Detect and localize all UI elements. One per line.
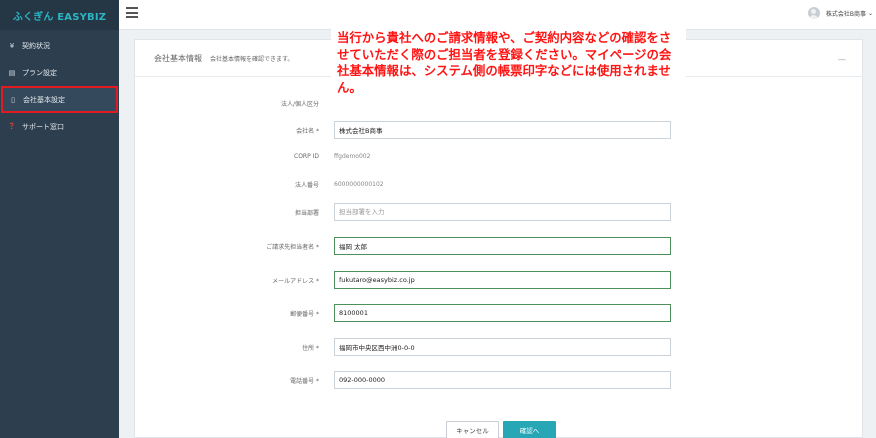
email-input[interactable]: fukutaro@easybiz.co.jp bbox=[334, 271, 671, 289]
address-input[interactable]: 福岡市中央区西中洲0-0-0 bbox=[334, 338, 671, 356]
sidebar-item-plan-settings[interactable]: ▤ プラン設定 bbox=[0, 59, 119, 86]
company-name-input[interactable]: 株式会社B商事 bbox=[334, 121, 671, 139]
brand-logo[interactable]: ふくぎん EASYBIZ bbox=[0, 0, 119, 30]
billing-contact-label: ご請求先担当者名 * bbox=[266, 243, 319, 251]
email-label: メールアドレス * bbox=[272, 277, 319, 285]
sidebar-item-label: 契約状況 bbox=[22, 41, 50, 50]
corp-number-label: 法人番号 bbox=[294, 181, 319, 189]
corp-number-value: 6000000000102 bbox=[334, 180, 384, 188]
form-row-company-name: 会社名 * 株式会社B商事 bbox=[135, 120, 864, 140]
user-menu[interactable]: 株式会社B商事 ⌄ bbox=[807, 7, 873, 19]
form-row-corp-id: CORP ID ffgdemo002 bbox=[135, 146, 864, 166]
top-header: 株式会社B商事 ⌄ bbox=[119, 0, 876, 30]
postal-code-label: 郵便番号 * bbox=[290, 310, 319, 318]
user-name: 株式会社B商事 bbox=[825, 10, 866, 18]
sidebar-item-label: プラン設定 bbox=[22, 68, 57, 77]
annotation-note: 当行から貴社へのご請求情報や、ご契約内容などの確認をさせていただく際のご担当者を… bbox=[331, 27, 686, 111]
sidebar-item-label: サポート窓口 bbox=[22, 122, 64, 131]
building-icon: ▯ bbox=[11, 95, 15, 104]
form-row-address: 住所 * 福岡市中央区西中洲0-0-0 bbox=[135, 337, 864, 357]
sidebar-item-company-settings[interactable]: ▯ 会社基本設定 bbox=[1, 86, 118, 113]
sidebar: ふくぎん EASYBIZ ¥ 契約状況 ▤ プラン設定 ▯ 会社基本設定 ❓ サ… bbox=[0, 0, 119, 438]
form-row-phone: 電話番号 * 092-000-0000 bbox=[135, 370, 864, 390]
phone-input[interactable]: 092-000-0000 bbox=[334, 371, 671, 389]
cancel-button[interactable]: キャンセル bbox=[446, 421, 499, 438]
phone-label: 電話番号 * bbox=[290, 377, 319, 385]
form-row-email: メールアドレス * fukutaro@easybiz.co.jp bbox=[135, 270, 864, 290]
postal-code-input[interactable]: 8100001 bbox=[334, 304, 671, 322]
entity-type-label: 法人/個人区分 bbox=[280, 100, 319, 108]
panel-title: 会社基本情報 bbox=[154, 53, 202, 63]
panel-subtitle: 会社基本情報を確認できます。 bbox=[210, 55, 294, 63]
confirm-button[interactable]: 確認へ bbox=[503, 421, 556, 438]
sidebar-item-label: 会社基本設定 bbox=[23, 95, 65, 104]
department-label: 担当部署 bbox=[294, 209, 319, 217]
address-label: 住所 * bbox=[302, 344, 319, 352]
avatar bbox=[807, 7, 820, 19]
sidebar-item-contract-status[interactable]: ¥ 契約状況 bbox=[0, 32, 119, 59]
sidebar-item-support[interactable]: ❓ サポート窓口 bbox=[0, 113, 119, 140]
question-icon: ❓ bbox=[8, 123, 16, 130]
form-row-postal-code: 郵便番号 * 8100001 bbox=[135, 303, 864, 323]
corp-id-label: CORP ID bbox=[294, 152, 319, 160]
menu-toggle-icon[interactable] bbox=[126, 7, 138, 18]
collapse-icon[interactable]: — bbox=[838, 55, 846, 64]
form-row-billing-contact: ご請求先担当者名 * 福岡 太郎 bbox=[135, 236, 864, 256]
form-row-department: 担当部署 bbox=[135, 202, 864, 222]
department-input[interactable] bbox=[334, 203, 671, 221]
billing-contact-input[interactable]: 福岡 太郎 bbox=[334, 237, 671, 255]
form-row-corp-number: 法人番号 6000000000102 bbox=[135, 174, 864, 194]
list-icon: ▤ bbox=[8, 68, 16, 77]
yen-icon: ¥ bbox=[9, 41, 15, 50]
company-name-label: 会社名 * bbox=[296, 127, 319, 135]
chevron-down-icon: ⌄ bbox=[867, 9, 873, 17]
corp-id-value: ffgdemo002 bbox=[334, 152, 371, 160]
